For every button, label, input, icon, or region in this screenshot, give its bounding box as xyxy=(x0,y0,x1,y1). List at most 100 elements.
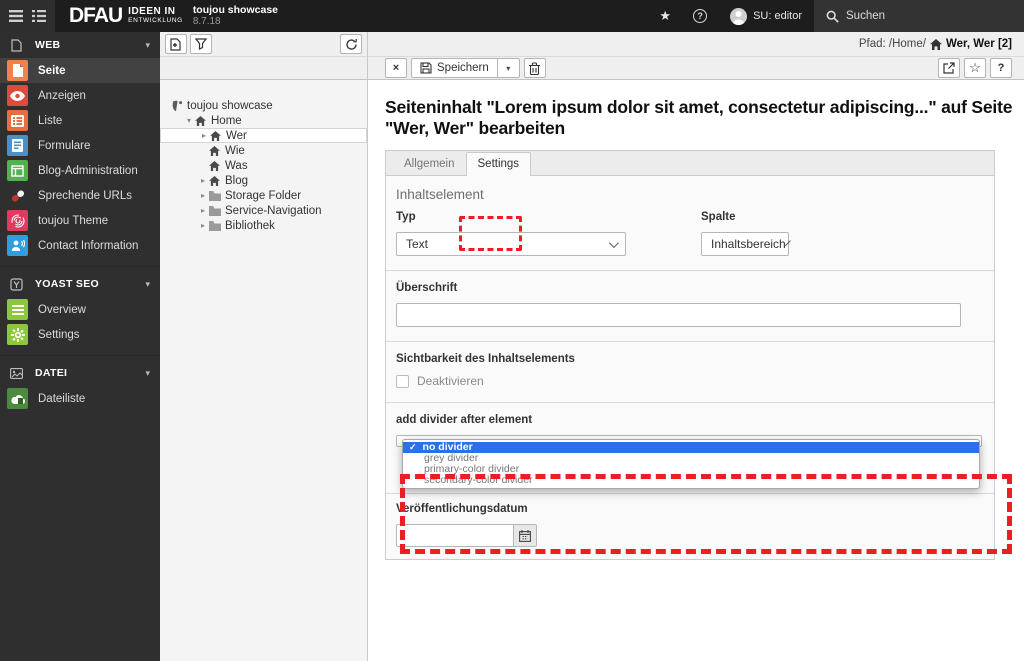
sidebar-item-liste[interactable]: Liste xyxy=(0,108,160,133)
sidebar-item-formulare[interactable]: Formulare xyxy=(0,133,160,158)
topbar-search[interactable] xyxy=(814,0,1024,32)
sidebar-item-overview[interactable]: Overview xyxy=(0,297,160,322)
module-menu: WEB ▾ Seite Anzeigen Liste Formulare Blo… xyxy=(0,32,160,661)
blog-module-icon xyxy=(7,160,28,181)
typ-select[interactable]: Text xyxy=(396,232,626,256)
section-label: YOAST SEO xyxy=(35,278,99,290)
spalte-select[interactable]: Inhaltsbereich xyxy=(701,232,791,256)
ueberschrift-input[interactable] xyxy=(396,303,961,327)
sidebar-item-blog-administration[interactable]: Blog-Administration xyxy=(0,158,160,183)
site-version: 8.7.18 xyxy=(192,16,221,27)
bookmark-button[interactable]: ☆ xyxy=(964,58,986,78)
topbar-toggles xyxy=(0,0,55,32)
username-label: SU: editor xyxy=(753,10,802,22)
delete-button[interactable] xyxy=(523,58,546,78)
deaktivieren-label: Deaktivieren xyxy=(417,374,484,388)
path-prefix: Pfad: /Home/ xyxy=(858,38,926,50)
expander-closed-icon[interactable]: ▸ xyxy=(199,131,209,140)
expander-open-icon[interactable]: ▾ xyxy=(184,116,194,125)
view-webpage-button[interactable] xyxy=(938,58,960,78)
chevron-down-icon: ▾ xyxy=(145,278,150,289)
option-no-divider[interactable]: ✓ no divider xyxy=(403,442,979,453)
overview-icon xyxy=(7,299,28,320)
deaktivieren-checkbox[interactable] xyxy=(396,374,409,388)
image-icon xyxy=(9,367,23,379)
section-label: DATEI xyxy=(35,367,68,379)
ueberschrift-label: Überschrift xyxy=(396,282,458,294)
expander-closed-icon[interactable]: ▸ xyxy=(198,176,208,185)
expander-closed-icon[interactable]: ▸ xyxy=(198,206,208,215)
save-button[interactable]: Speichern xyxy=(411,58,498,78)
bookmark-star-icon[interactable]: ★ xyxy=(648,0,682,32)
tree-node-wer[interactable]: ▸ Wer xyxy=(160,128,367,143)
docheader-help-button[interactable]: ? xyxy=(990,58,1012,78)
home-icon xyxy=(208,175,221,186)
option-secondary-color-divider[interactable]: secondary-color divider xyxy=(403,475,979,486)
tree-node-service-navigation[interactable]: ▸ Service-Navigation xyxy=(160,203,367,218)
save-options-caret[interactable]: ▾ xyxy=(497,58,520,78)
sidebar-item-contact-information[interactable]: Contact Information xyxy=(0,233,160,258)
section-add-divider: add divider after element ✓ no divider g… xyxy=(386,402,994,493)
expander-closed-icon[interactable]: ▸ xyxy=(198,191,208,200)
section-ueberschrift: Überschrift xyxy=(386,270,994,341)
page-tree: toujou showcase ▾ Home ▸ Wer Wie Was ▸ B… xyxy=(160,80,368,661)
calendar-icon[interactable] xyxy=(514,524,537,547)
datum-input[interactable] xyxy=(396,524,514,547)
sidebar-item-settings[interactable]: Settings xyxy=(0,322,160,347)
chevron-down-icon: ▾ xyxy=(145,39,150,50)
chevron-down-icon: ▾ xyxy=(145,367,150,378)
section-label: WEB xyxy=(35,39,61,51)
tree-node-wie[interactable]: Wie xyxy=(160,143,367,158)
tab-allgemein[interactable]: Allgemein xyxy=(393,153,466,175)
sidebar-item-dateiliste[interactable]: Dateiliste xyxy=(0,386,160,411)
filter-button[interactable] xyxy=(190,34,212,54)
sichtbarkeit-label: Sichtbarkeit des Inhaltselements xyxy=(396,353,575,365)
folder-icon xyxy=(208,220,221,231)
section-header-yoast-seo[interactable]: YOAST SEO ▾ xyxy=(0,271,160,297)
home-icon xyxy=(194,115,207,126)
folder-icon xyxy=(208,190,221,201)
filelist-cloud-icon xyxy=(7,388,28,409)
datum-label: Veröffentlichungsdatum xyxy=(396,503,528,515)
section-divider xyxy=(0,258,160,267)
home-icon xyxy=(208,160,221,171)
menu-toggle-icon[interactable] xyxy=(8,8,24,24)
refresh-button[interactable] xyxy=(340,34,362,54)
user-menu[interactable]: SU: editor xyxy=(718,0,814,32)
tree-node-root[interactable]: toujou showcase xyxy=(160,98,367,113)
tree-node-was[interactable]: Was xyxy=(160,158,367,173)
search-input[interactable] xyxy=(846,10,986,22)
section-header-web[interactable]: WEB ▾ xyxy=(0,32,160,58)
sidebar-item-toujou-theme[interactable]: toujou Theme xyxy=(0,208,160,233)
tree-node-bibliothek[interactable]: ▸ Bibliothek xyxy=(160,218,367,233)
sidebar-item-sprechende-urls[interactable]: Sprechende URLs xyxy=(0,183,160,208)
sidebar-item-anzeigen[interactable]: Anzeigen xyxy=(0,83,160,108)
home-icon xyxy=(929,38,942,50)
search-icon xyxy=(826,10,839,23)
tree-node-home[interactable]: ▾ Home xyxy=(160,113,367,128)
section-datum: Veröffentlichungsdatum xyxy=(386,493,994,559)
new-page-button[interactable] xyxy=(165,34,187,54)
topbar: DFAU IDEEN IN ENTWICKLUNG toujou showcas… xyxy=(0,0,1024,32)
expander-closed-icon[interactable]: ▸ xyxy=(198,221,208,230)
pill-icon xyxy=(7,185,28,206)
pagetree-toggle-icon[interactable] xyxy=(31,8,47,24)
tree-node-blog[interactable]: ▸ Blog xyxy=(160,173,367,188)
contacts-icon xyxy=(7,235,28,256)
page-module-icon xyxy=(7,60,28,81)
sidebar-item-seite[interactable]: Seite xyxy=(0,58,160,83)
tree-node-storage-folder[interactable]: ▸ Storage Folder xyxy=(160,188,367,203)
section-inhaltselement: Inhaltselement Typ Text Spalte Inhaltsbe… xyxy=(386,176,994,270)
close-button[interactable]: × xyxy=(385,58,407,78)
site-info: toujou showcase 8.7.18 xyxy=(183,0,278,32)
section-header-datei[interactable]: DATEI ▾ xyxy=(0,360,160,386)
tab-bar: Allgemein Settings xyxy=(385,150,995,176)
tab-settings[interactable]: Settings xyxy=(465,152,532,176)
brand-logo[interactable]: DFAU IDEEN IN ENTWICKLUNG xyxy=(55,0,183,32)
home-icon xyxy=(209,130,222,141)
section-divider xyxy=(0,347,160,356)
site-name: toujou showcase xyxy=(192,4,278,16)
breadcrumb: Pfad: /Home/ Wer, Wer [2] xyxy=(368,32,1024,57)
help-icon[interactable]: ? xyxy=(682,0,718,32)
app-window: DFAU IDEEN IN ENTWICKLUNG toujou showcas… xyxy=(0,0,1024,661)
